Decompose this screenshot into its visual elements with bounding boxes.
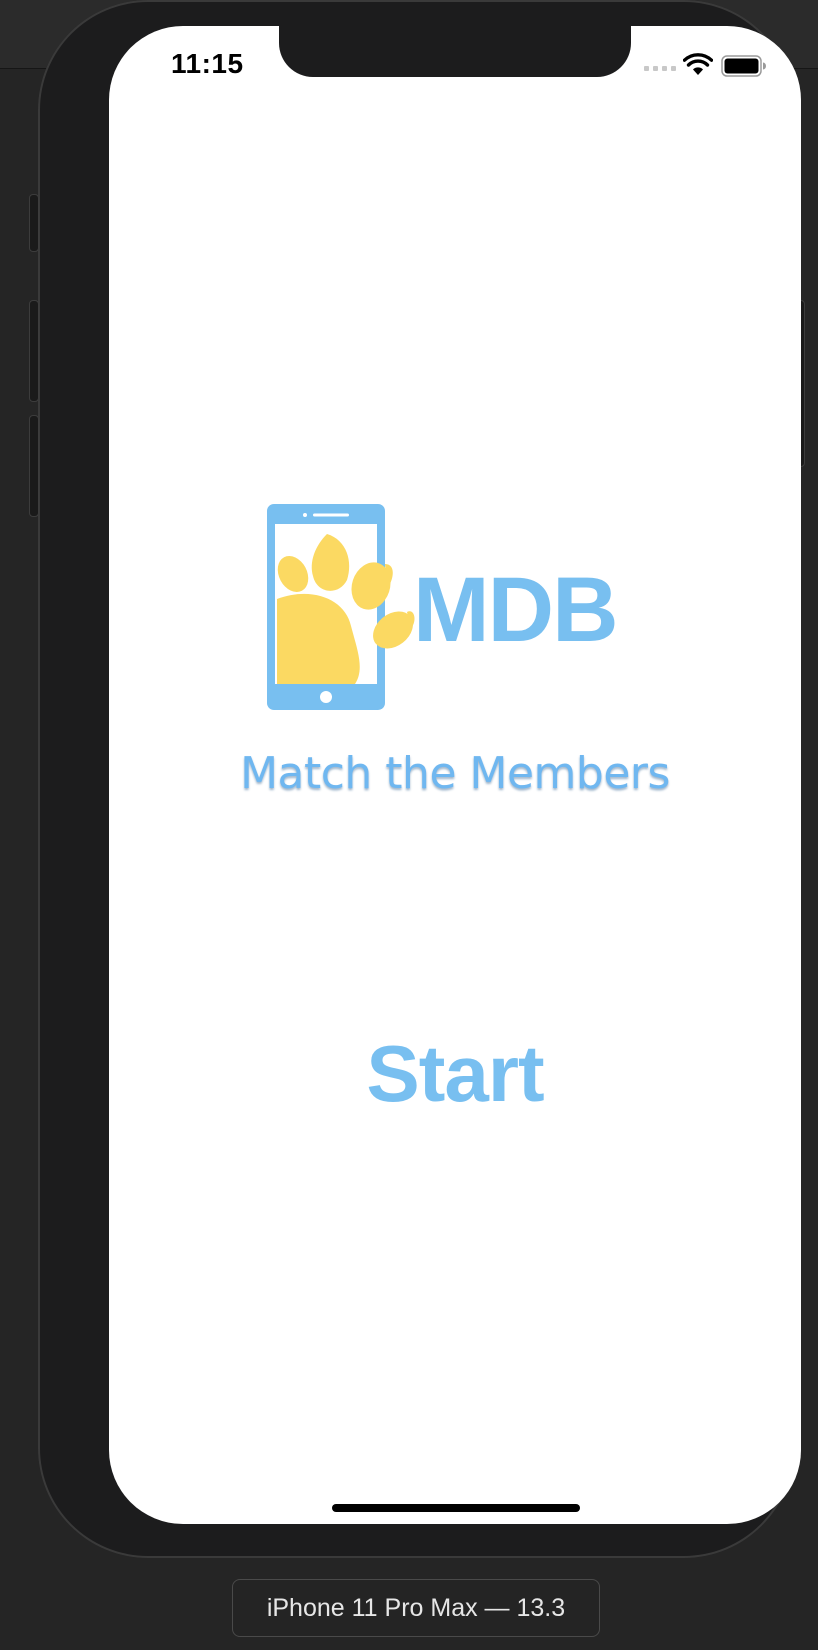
tagline: Match the Members xyxy=(240,748,670,799)
simulator-window: 11:15 MDB Match the Members Start iPhone… xyxy=(0,0,818,1650)
silent-switch xyxy=(29,194,39,252)
cellular-signal-icon xyxy=(644,66,676,71)
logo-wordmark: MDB xyxy=(413,559,619,661)
notch xyxy=(279,26,631,77)
start-button[interactable]: Start xyxy=(305,1028,605,1118)
volume-down-button xyxy=(29,415,39,517)
status-time: 11:15 xyxy=(171,48,244,79)
volume-up-button xyxy=(29,300,39,402)
battery-icon xyxy=(721,55,766,77)
device-name-label: iPhone 11 Pro Max — 13.3 xyxy=(232,1579,600,1637)
home-indicator[interactable] xyxy=(332,1504,580,1512)
wifi-icon xyxy=(683,53,713,75)
device-screen: 11:15 MDB Match the Members Start xyxy=(109,26,801,1524)
device-frame: 11:15 MDB Match the Members Start xyxy=(29,0,805,1558)
